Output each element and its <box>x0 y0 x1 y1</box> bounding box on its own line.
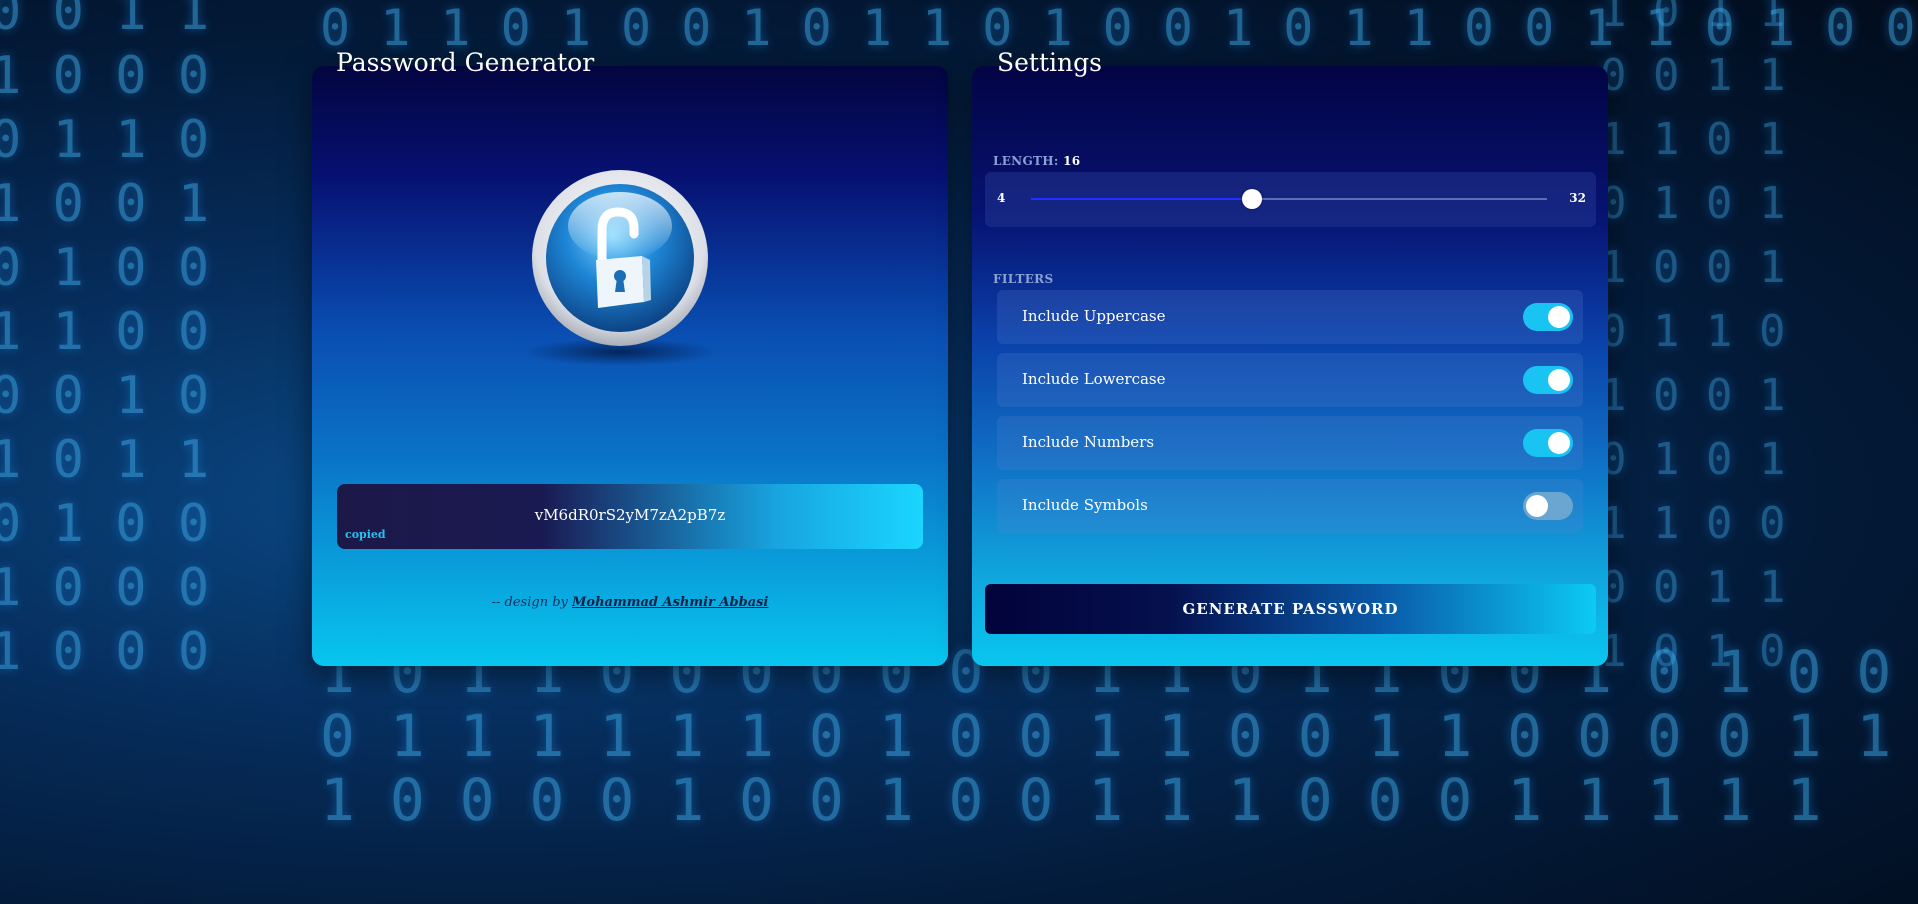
binary-column: 1 0 1 1 0 0 1 1 1 1 0 1 0 1 0 1 1 0 0 1 … <box>1600 0 1786 677</box>
toggle-knob <box>1548 432 1570 454</box>
length-slider-container: 4 32 <box>985 172 1596 227</box>
filter-lowercase: Include Lowercase <box>997 353 1583 407</box>
generate-password-button[interactable]: GENERATE PASSWORD <box>985 584 1596 634</box>
panel-title-settings: Settings <box>997 48 1102 77</box>
panel-title-generator: Password Generator <box>336 48 595 77</box>
length-label: LENGTH: 16 <box>993 154 1080 168</box>
password-generator-panel <box>312 66 948 666</box>
symbols-toggle[interactable] <box>1523 492 1573 520</box>
length-label-text: LENGTH: <box>993 154 1059 168</box>
slider-min-label: 4 <box>997 191 1006 205</box>
toggle-knob <box>1548 306 1570 328</box>
uppercase-toggle[interactable] <box>1523 303 1573 331</box>
credit-author-link[interactable]: Mohammad Ashmir Abbasi <box>572 595 768 610</box>
toggle-knob <box>1548 369 1570 391</box>
filter-label: Include Uppercase <box>1022 307 1166 325</box>
slider-max-label: 32 <box>1569 191 1586 205</box>
design-credit: -- design by Mohammad Ashmir Abbasi <box>312 595 948 610</box>
lowercase-toggle[interactable] <box>1523 366 1573 394</box>
length-value: 16 <box>1063 154 1081 168</box>
filter-label: Include Symbols <box>1022 496 1148 514</box>
copied-label: copied <box>345 528 386 541</box>
filter-symbols: Include Symbols <box>997 479 1583 533</box>
unlocked-padlock-icon <box>530 168 710 348</box>
binary-column: 1 0 1 1 0 0 0 0 0 0 0 1 1 0 1 1 0 0 1 0 … <box>320 638 1892 834</box>
length-slider-fill <box>1031 198 1253 200</box>
numbers-toggle[interactable] <box>1523 429 1573 457</box>
credit-prefix: -- design by <box>491 595 573 610</box>
filter-uppercase: Include Uppercase <box>997 290 1583 344</box>
password-display[interactable]: vM6dR0rS2yM7zA2pB7z copied <box>337 484 923 549</box>
filter-numbers: Include Numbers <box>997 416 1583 470</box>
length-slider-track[interactable] <box>1031 189 1547 209</box>
length-slider-thumb[interactable] <box>1242 189 1263 209</box>
filters-label: FILTERS <box>993 272 1054 286</box>
filter-label: Include Lowercase <box>1022 370 1166 388</box>
toggle-knob <box>1526 495 1548 517</box>
password-text[interactable]: vM6dR0rS2yM7zA2pB7z <box>337 506 923 524</box>
binary-column: 0 0 1 1 1 0 0 0 0 1 1 0 1 0 0 1 0 1 0 0 … <box>0 0 210 682</box>
binary-background: 0 0 1 1 1 0 0 0 0 1 1 0 1 0 0 1 0 1 0 0 … <box>0 0 1918 904</box>
filter-label: Include Numbers <box>1022 433 1155 451</box>
